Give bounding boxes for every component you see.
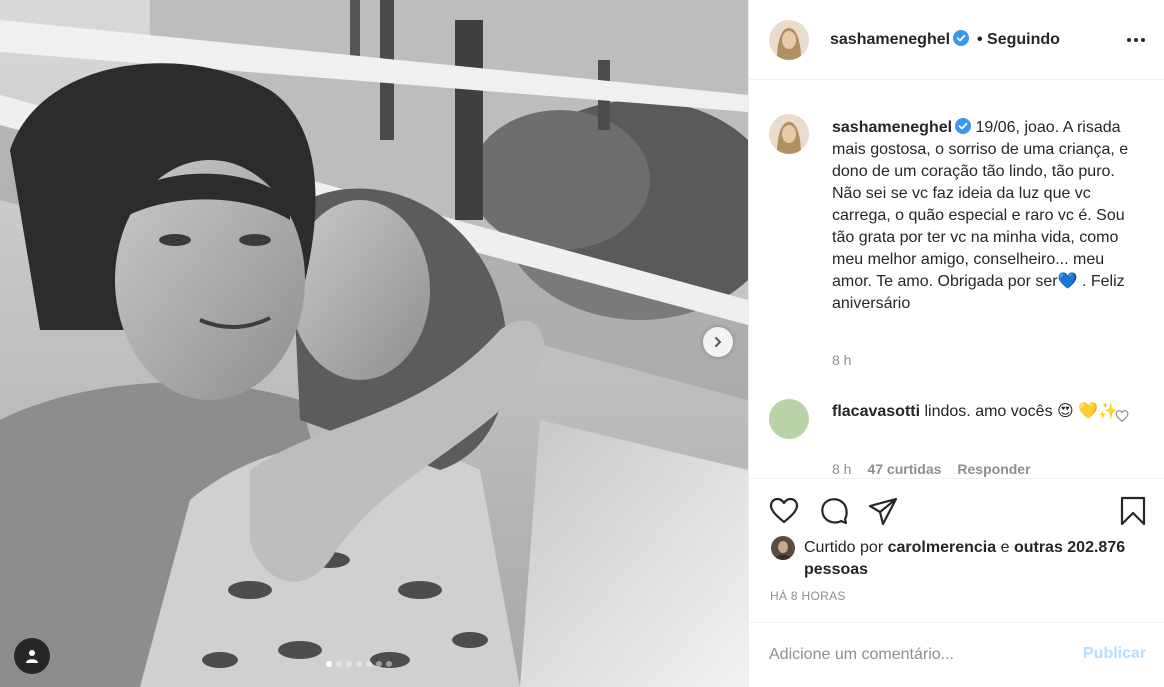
carousel-dot <box>376 661 382 667</box>
likes-summary: Curtido por carolmerencia e outras 202.8… <box>804 537 1144 581</box>
share-button[interactable] <box>867 495 899 527</box>
liker-username[interactable]: carolmerencia <box>888 539 997 556</box>
carousel-indicator <box>326 661 392 667</box>
carousel-dot <box>326 661 332 667</box>
verified-badge-icon <box>955 118 972 134</box>
comment-item: flacavasotti lindos. amo vocês 😍 💛✨ <box>832 400 1122 424</box>
following-button[interactable]: • Seguindo <box>977 31 1060 49</box>
likes-prefix: Curtido por <box>804 539 884 556</box>
comment-like-button[interactable] <box>1115 409 1131 425</box>
photo-image <box>0 0 748 687</box>
post-photo[interactable] <box>0 0 748 687</box>
comments-section: sashameneghel 19/06, joao. A risada mais… <box>749 81 1164 478</box>
likes-connector: e <box>1000 539 1010 556</box>
bookmark-icon <box>1120 496 1146 526</box>
post-header: sashameneghel • Seguindo <box>749 0 1164 80</box>
comment-emojis: 😍 💛✨ <box>1057 403 1118 420</box>
reply-button[interactable]: Responder <box>957 461 1030 477</box>
carousel-dot <box>356 661 362 667</box>
username-text[interactable]: sashameneghel <box>830 31 950 48</box>
header-username[interactable]: sashameneghel <box>830 30 970 49</box>
commenter-avatar[interactable] <box>769 399 809 439</box>
add-comment-bar: Publicar <box>749 622 1164 687</box>
comment-button[interactable] <box>818 495 850 527</box>
post-timestamp[interactable]: HÁ 8 HORAS <box>770 589 846 603</box>
caption-date: 19/06, joao. <box>975 119 1060 136</box>
avatar[interactable] <box>769 20 809 60</box>
carousel-dot <box>366 661 372 667</box>
next-photo-button[interactable] <box>703 327 733 357</box>
chevron-right-icon <box>715 337 722 347</box>
heart-icon <box>769 497 799 524</box>
post-caption: sashameneghel 19/06, joao. A risada mais… <box>832 117 1132 315</box>
save-button[interactable] <box>1117 495 1149 527</box>
share-icon <box>868 497 898 526</box>
comment-text: lindos. amo vocês <box>924 403 1053 420</box>
liker-avatar[interactable] <box>771 536 795 560</box>
heart-icon <box>1115 410 1129 423</box>
more-options-icon <box>1127 38 1145 42</box>
carousel-dot <box>336 661 342 667</box>
publish-button[interactable]: Publicar <box>1083 645 1146 663</box>
comment-likes[interactable]: 47 curtidas <box>867 461 941 477</box>
comment-meta: 8 h 47 curtidas Responder <box>832 461 1031 477</box>
following-label[interactable]: Seguindo <box>987 31 1060 48</box>
more-options-button[interactable] <box>1123 30 1149 50</box>
like-button[interactable] <box>768 495 800 527</box>
action-bar <box>749 478 1164 540</box>
carousel-dot <box>346 661 352 667</box>
verified-badge-icon <box>953 30 970 46</box>
separator-dot: • <box>977 31 988 48</box>
caption-avatar[interactable] <box>769 114 809 154</box>
user-tag-icon <box>26 650 38 663</box>
caption-username[interactable]: sashameneghel <box>832 119 952 136</box>
blue-heart-emoji: 💙 <box>1057 273 1078 290</box>
comment-time[interactable]: 8 h <box>832 461 851 477</box>
caption-time[interactable]: 8 h <box>832 352 851 368</box>
tagged-users-button[interactable] <box>14 638 50 674</box>
caption-text: A risada mais gostosa, o sorriso de uma … <box>832 119 1129 290</box>
carousel-dot <box>386 661 392 667</box>
post-details-panel: sashameneghel • Seguindo sashameneghel 1… <box>748 0 1164 687</box>
comment-icon <box>821 498 848 525</box>
comment-input[interactable] <box>769 643 1069 667</box>
comment-username[interactable]: flacavasotti <box>832 403 920 420</box>
